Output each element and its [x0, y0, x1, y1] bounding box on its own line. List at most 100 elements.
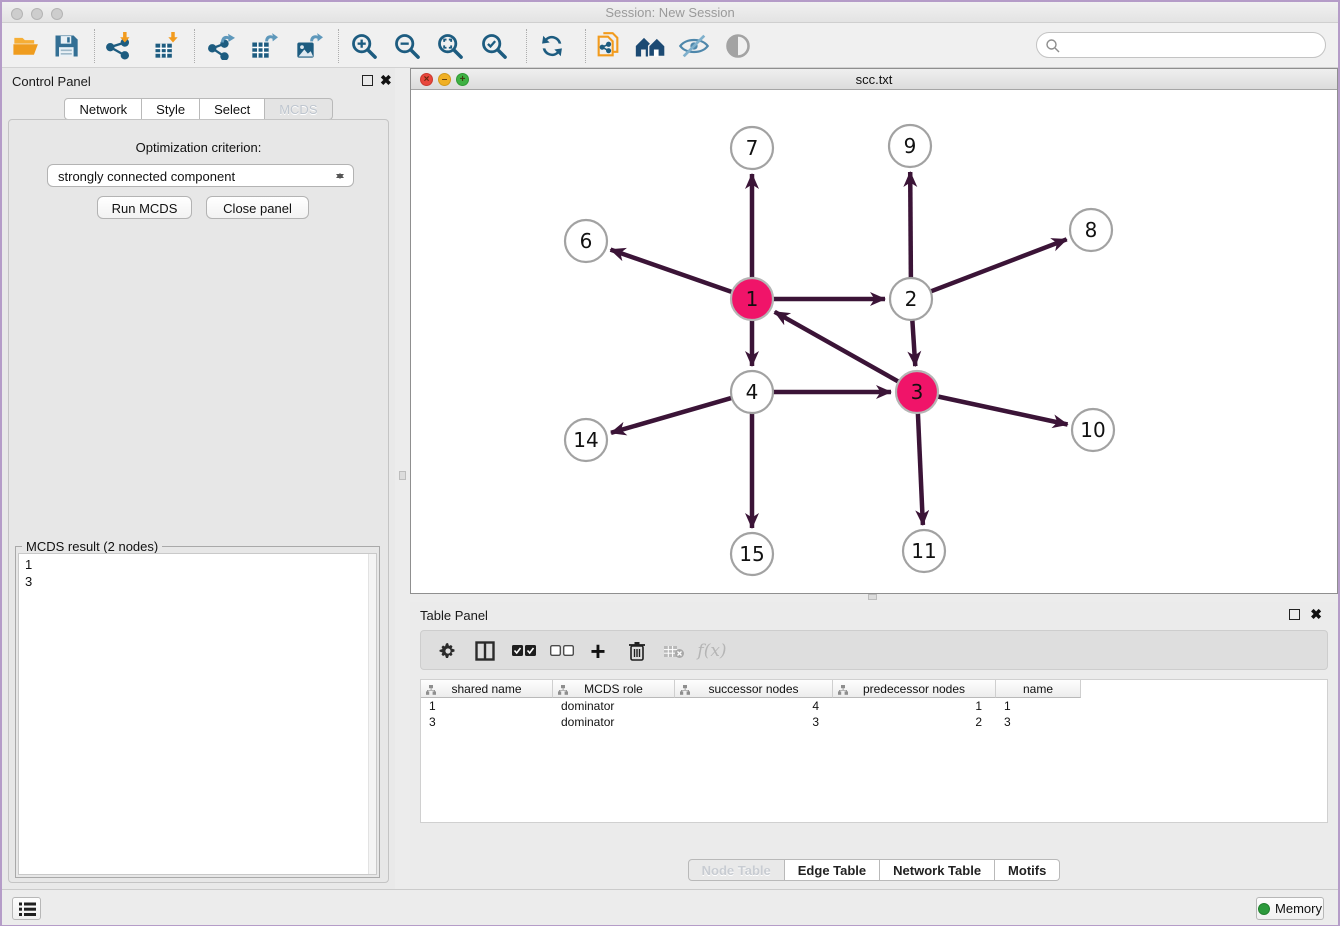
table-panel-header: Table Panel ✖: [410, 602, 1338, 628]
tab-network[interactable]: Network: [64, 98, 142, 120]
column-layout-icon[interactable]: [473, 639, 497, 663]
run-mcds-button[interactable]: Run MCDS: [97, 196, 192, 219]
tab-style[interactable]: Style: [142, 98, 200, 120]
task-history-button[interactable]: [12, 897, 41, 920]
tab-edge-table[interactable]: Edge Table: [785, 859, 880, 881]
node-label: 4: [746, 380, 759, 404]
node-6[interactable]: 6: [565, 220, 607, 262]
table-options-icon[interactable]: [437, 639, 459, 663]
node-label: 11: [911, 539, 936, 563]
mcds-result-list: 13: [19, 554, 376, 590]
table-row[interactable]: 1dominator411: [421, 698, 1327, 714]
horizontal-splitter[interactable]: [410, 594, 1338, 602]
splitter-grip[interactable]: [868, 594, 877, 600]
zoom-fit-icon[interactable]: [436, 32, 464, 60]
table-cell: dominator: [553, 698, 675, 714]
export-image-icon[interactable]: [295, 32, 323, 60]
float-panel-icon[interactable]: [362, 75, 373, 86]
hide-panels-icon[interactable]: [678, 32, 710, 60]
optimization-criterion-select[interactable]: strongly connected component: [47, 164, 354, 187]
column-header-predecessor-nodes[interactable]: predecessor nodes: [833, 680, 996, 698]
delete-column-icon[interactable]: [625, 639, 649, 663]
node-9[interactable]: 9: [889, 125, 931, 167]
column-header-mcds-role[interactable]: MCDS role: [553, 680, 675, 698]
table-cell: 3: [996, 714, 1081, 730]
zoom-out-icon[interactable]: [393, 32, 421, 60]
tab-node-table[interactable]: Node Table: [688, 859, 785, 881]
show-panels-icon[interactable]: [724, 32, 752, 60]
edge-4-14[interactable]: [611, 397, 734, 433]
mcds-result-groupbox: MCDS result (2 nodes) 13: [15, 546, 380, 878]
float-panel-icon[interactable]: [1289, 609, 1300, 620]
edge-2-9[interactable]: [910, 172, 911, 280]
table-header-row: shared nameMCDS rolesuccessor nodes prede…: [421, 680, 1081, 698]
edge-3-1[interactable]: [775, 312, 901, 383]
memory-label: Memory: [1275, 901, 1322, 916]
import-table-icon[interactable]: [152, 32, 180, 60]
node-8[interactable]: 8: [1070, 209, 1112, 251]
deselect-all-columns-icon[interactable]: [549, 639, 575, 663]
column-header-shared-name[interactable]: shared name: [421, 680, 553, 698]
node-4[interactable]: 4: [731, 371, 773, 413]
node-10[interactable]: 10: [1072, 409, 1114, 451]
edge-3-11[interactable]: [918, 411, 923, 525]
column-header-successor-nodes[interactable]: successor nodes: [675, 680, 833, 698]
column-header-name[interactable]: name: [996, 680, 1081, 698]
table-row[interactable]: 3dominator323: [421, 714, 1327, 730]
node-7[interactable]: 7: [731, 127, 773, 169]
open-file-icon[interactable]: [12, 32, 40, 60]
network-graph[interactable]: 7 9 6 8 1 2 4 3 14 10 15 11: [411, 90, 1340, 594]
zoom-in-icon[interactable]: [350, 32, 378, 60]
mcds-result-textarea[interactable]: 13: [18, 553, 377, 875]
memory-button[interactable]: Memory: [1256, 897, 1324, 920]
refresh-icon[interactable]: [538, 32, 566, 60]
close-panel-icon[interactable]: ✖: [1310, 607, 1322, 621]
result-scrollbar[interactable]: [368, 554, 376, 874]
tab-mcds[interactable]: MCDS: [265, 98, 332, 120]
tab-motifs[interactable]: Motifs: [995, 859, 1060, 881]
create-column-icon[interactable]: +: [585, 639, 611, 663]
table-panel-title: Table Panel: [420, 608, 488, 623]
column-header-label: predecessor nodes: [863, 682, 965, 696]
table-panel-tabs: Node TableEdge TableNetwork TableMotifs: [410, 859, 1338, 881]
table-panel: Table Panel ✖ + f(x): [410, 602, 1338, 889]
save-session-icon[interactable]: [52, 32, 80, 60]
network-document-icon[interactable]: [594, 32, 622, 60]
close-panel-icon[interactable]: ✖: [380, 73, 392, 87]
home-icon[interactable]: [634, 32, 668, 60]
tab-network-table[interactable]: Network Table: [880, 859, 995, 881]
dropdown-value: strongly connected component: [58, 169, 235, 184]
table-cell: 3: [675, 714, 833, 730]
vertical-splitter[interactable]: [395, 68, 410, 889]
tab-select[interactable]: Select: [200, 98, 265, 120]
edge-3-10[interactable]: [936, 396, 1068, 425]
column-header-label: name: [1023, 682, 1053, 696]
node-label: 8: [1085, 218, 1098, 242]
node-11[interactable]: 11: [903, 530, 945, 572]
close-panel-button[interactable]: Close panel: [206, 196, 309, 219]
select-all-columns-icon[interactable]: [511, 639, 537, 663]
control-panel-header: Control Panel ✖: [2, 68, 395, 94]
network-window-titlebar: × – + scc.txt: [411, 69, 1337, 90]
node-14[interactable]: 14: [565, 419, 607, 461]
network-canvas[interactable]: 7 9 6 8 1 2 4 3 14 10 15 11: [411, 90, 1337, 593]
node-3[interactable]: 3: [896, 371, 938, 413]
edge-2-3[interactable]: [912, 318, 915, 366]
edge-2-8[interactable]: [929, 239, 1067, 292]
delete-table-icon[interactable]: [661, 639, 687, 663]
export-network-icon[interactable]: [207, 32, 235, 60]
edge-1-6[interactable]: [611, 250, 735, 293]
result-line: 3: [19, 573, 376, 590]
status-bar: Memory: [2, 889, 1338, 925]
zoom-selected-icon[interactable]: [480, 32, 508, 60]
node-15[interactable]: 15: [731, 533, 773, 575]
search-field[interactable]: [1036, 32, 1326, 58]
node-1[interactable]: 1: [731, 278, 773, 320]
node-2[interactable]: 2: [890, 278, 932, 320]
function-builder-icon[interactable]: f(x): [695, 639, 729, 663]
import-network-icon[interactable]: [105, 32, 133, 60]
splitter-grip[interactable]: [399, 471, 406, 480]
search-input[interactable]: [1067, 35, 1317, 55]
export-table-icon[interactable]: [250, 32, 278, 60]
mcds-result-title: MCDS result (2 nodes): [22, 539, 162, 554]
